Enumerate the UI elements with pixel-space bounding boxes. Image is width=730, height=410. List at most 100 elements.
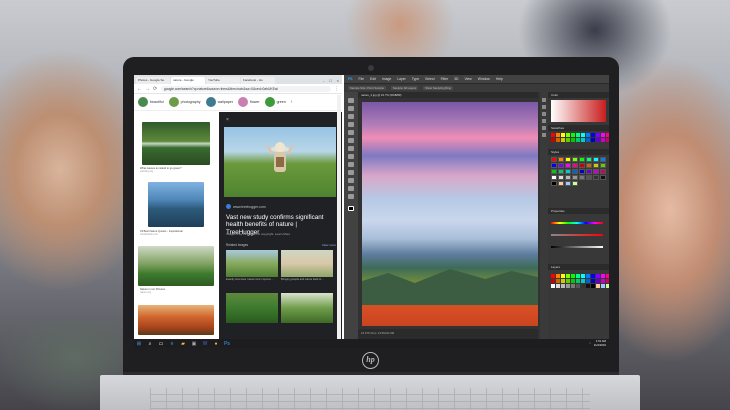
color-swatch[interactable] — [581, 133, 585, 137]
style-preset[interactable] — [565, 175, 571, 180]
color-swatch[interactable] — [606, 284, 609, 288]
gradient-tool-icon[interactable] — [348, 162, 354, 167]
color-swatch[interactable] — [606, 133, 609, 137]
crop-tool-icon[interactable] — [348, 122, 354, 127]
result-image[interactable] — [142, 122, 210, 165]
style-preset[interactable] — [600, 163, 606, 168]
result-image[interactable] — [138, 246, 214, 286]
sample-size-select[interactable]: Sample Size: Point Sample — [348, 86, 386, 90]
style-preset[interactable] — [558, 169, 564, 174]
menu-view[interactable]: View — [464, 75, 471, 83]
color-swatch[interactable] — [556, 274, 560, 278]
related-image[interactable] — [281, 250, 333, 277]
related-image[interactable] — [281, 293, 333, 323]
close-icon[interactable]: × — [226, 117, 229, 123]
style-preset[interactable] — [579, 175, 585, 180]
zoom-tool-icon[interactable] — [348, 194, 354, 199]
eraser-tool-icon[interactable] — [348, 154, 354, 159]
lightness-slider[interactable] — [551, 246, 603, 248]
history-icon[interactable] — [542, 98, 546, 102]
style-preset[interactable] — [558, 175, 564, 180]
style-preset[interactable] — [586, 157, 592, 162]
style-preset[interactable] — [572, 157, 578, 162]
forward-icon[interactable]: → — [145, 86, 150, 92]
chrome-tab[interactable]: YouTube — [206, 77, 240, 84]
reload-icon[interactable]: ⟳ — [153, 86, 158, 92]
color-swatch[interactable] — [566, 284, 570, 288]
menu-filter[interactable]: Filter — [441, 75, 449, 83]
style-preset[interactable] — [593, 169, 599, 174]
style-preset[interactable] — [586, 169, 592, 174]
chip-photography[interactable]: photography — [168, 97, 201, 107]
explorer-icon[interactable]: ▰ — [180, 341, 186, 347]
properties-icon[interactable] — [542, 105, 546, 109]
color-swatch[interactable] — [566, 133, 570, 137]
style-preset[interactable] — [579, 163, 585, 168]
menu-image[interactable]: Image — [382, 75, 391, 83]
style-preset[interactable] — [572, 181, 578, 186]
menu-select[interactable]: Select — [425, 75, 434, 83]
chip-wallpaper[interactable]: wallpaper — [205, 97, 233, 107]
color-picker-field[interactable] — [551, 100, 606, 122]
style-preset[interactable] — [593, 175, 599, 180]
source-site[interactable]: www.treehugger.com — [226, 204, 266, 209]
back-icon[interactable]: ← — [137, 86, 142, 92]
style-preset[interactable] — [600, 157, 606, 162]
color-swatch[interactable] — [606, 274, 609, 278]
style-preset[interactable] — [551, 163, 557, 168]
color-swatch[interactable] — [576, 138, 580, 142]
style-preset[interactable] — [565, 169, 571, 174]
color-swatch[interactable] — [586, 274, 590, 278]
color-swatch[interactable] — [551, 279, 555, 283]
type-tool-icon[interactable] — [348, 178, 354, 183]
task-view-icon[interactable]: ▭ — [158, 341, 164, 347]
color-swatch[interactable] — [586, 138, 590, 142]
view-more-link[interactable]: View more — [322, 243, 336, 247]
style-preset[interactable] — [579, 169, 585, 174]
menu-window[interactable]: Window — [478, 75, 490, 83]
color-swatch[interactable] — [606, 279, 609, 283]
pen-tool-icon[interactable] — [348, 170, 354, 175]
marquee-tool-icon[interactable] — [348, 106, 354, 111]
brush-settings-icon[interactable] — [542, 126, 546, 130]
color-swatch[interactable] — [561, 279, 565, 283]
style-preset[interactable] — [551, 181, 557, 186]
color-swatch[interactable] — [586, 133, 590, 137]
chrome-icon[interactable]: ● — [213, 341, 219, 347]
color-swatch[interactable] — [606, 138, 609, 142]
color-swatch[interactable] — [556, 133, 560, 137]
color-swatch[interactable] — [551, 274, 555, 278]
sample-select[interactable]: Sample: All Layers — [390, 86, 419, 90]
system-tray[interactable]: ◔ 1:51 AM 11/4/2019 — [589, 339, 606, 348]
menu-file[interactable]: File — [359, 75, 364, 83]
eyedropper-tool-icon[interactable] — [348, 130, 354, 135]
style-preset[interactable] — [600, 169, 606, 174]
color-swatch[interactable] — [566, 279, 570, 283]
move-tool-icon[interactable] — [348, 98, 354, 103]
preview-image[interactable] — [224, 127, 336, 197]
style-preset[interactable] — [593, 163, 599, 168]
brush-tool-icon[interactable] — [348, 138, 354, 143]
style-preset[interactable] — [572, 169, 578, 174]
color-swatch[interactable] — [586, 279, 590, 283]
close-button[interactable]: × — [337, 77, 339, 84]
word-icon[interactable]: W — [202, 341, 208, 347]
color-swatch[interactable] — [601, 133, 605, 137]
style-preset[interactable] — [593, 157, 599, 162]
color-swatch[interactable] — [591, 133, 595, 137]
style-preset[interactable] — [586, 175, 592, 180]
chip-green[interactable]: green — [264, 97, 286, 107]
color-swatch[interactable] — [596, 138, 600, 142]
color-swatch[interactable] — [556, 279, 560, 283]
document-tab[interactable]: nature_2.jpg @ 16.7% (RGB/8#) — [358, 92, 538, 98]
minimize-button[interactable]: - — [323, 77, 324, 84]
color-swatch[interactable] — [551, 138, 555, 142]
style-preset[interactable] — [586, 163, 592, 168]
menu-icon[interactable]: ⋮ — [334, 86, 339, 92]
color-panel-tab[interactable]: Color — [548, 92, 609, 98]
color-swatch[interactable] — [601, 279, 605, 283]
chrome-tab[interactable]: Facebook - Ho — [241, 77, 275, 84]
related-image[interactable] — [226, 250, 278, 277]
color-swatch[interactable] — [591, 274, 595, 278]
color-swatch[interactable] — [591, 138, 595, 142]
